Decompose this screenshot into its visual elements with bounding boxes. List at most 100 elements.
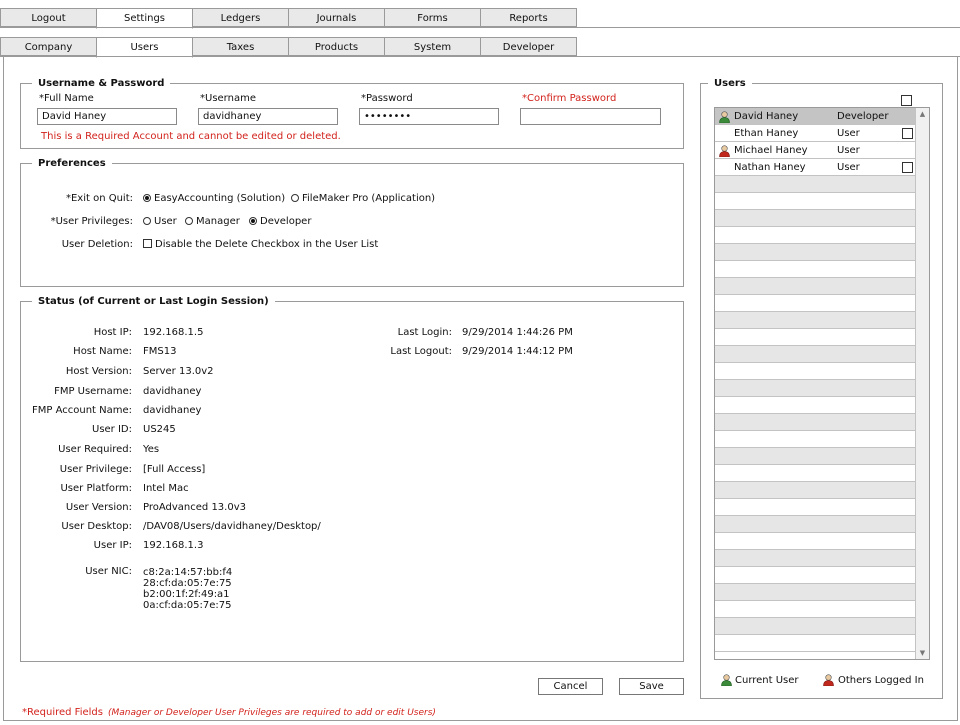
tab-settings[interactable]: Settings	[96, 8, 193, 29]
full-name-field[interactable]: David Haney	[37, 108, 177, 125]
status-label: User Required:	[58, 444, 132, 455]
last-login-label: Last Login:	[397, 327, 452, 338]
list-item[interactable]	[715, 448, 917, 465]
tab-logout[interactable]: Logout	[0, 8, 97, 27]
user-list: David Haney Developer Ethan Haney User M…	[714, 107, 930, 660]
password-field[interactable]: ••••••••	[359, 108, 499, 125]
list-item[interactable]	[715, 414, 917, 431]
delete-user-checkbox[interactable]	[902, 162, 913, 173]
confirm-password-field[interactable]	[520, 108, 661, 125]
privilege-developer-option[interactable]: Developer	[249, 216, 311, 227]
tab-reports[interactable]: Reports	[480, 8, 577, 27]
list-item[interactable]	[715, 346, 917, 363]
list-item[interactable]	[715, 499, 917, 516]
tab-company[interactable]: Company	[0, 37, 97, 56]
user-row[interactable]: Nathan Haney User	[715, 159, 917, 176]
username-field[interactable]: davidhaney	[198, 108, 338, 125]
list-item[interactable]	[715, 295, 917, 312]
privilege-manager-option[interactable]: Manager	[185, 216, 240, 227]
list-item[interactable]	[715, 227, 917, 244]
user-row[interactable]: David Haney Developer	[715, 108, 917, 125]
status-label: User Version:	[65, 502, 132, 513]
status-label: User Privilege:	[59, 464, 132, 475]
status-label: FMP Username:	[54, 386, 132, 397]
status-value: 192.168.1.5	[143, 327, 204, 338]
tab-forms[interactable]: Forms	[384, 8, 481, 27]
user-privilege: Developer	[837, 111, 889, 122]
sub-tabs: Company Users Taxes Products System Deve…	[0, 37, 577, 58]
list-item[interactable]	[715, 618, 917, 635]
tab-developer[interactable]: Developer	[480, 37, 577, 56]
status-value: /DAV08/Users/davidhaney/Desktop/	[143, 521, 321, 532]
list-item[interactable]	[715, 550, 917, 567]
status-label: User ID:	[92, 424, 132, 435]
user-name: Nathan Haney	[734, 162, 806, 173]
privilege-user-option[interactable]: User	[143, 216, 177, 227]
tab-products[interactable]: Products	[288, 37, 385, 56]
user-row[interactable]: Ethan Haney User	[715, 125, 917, 142]
radio-selected-icon	[249, 217, 257, 225]
save-button[interactable]: Save	[619, 678, 684, 695]
list-item[interactable]	[715, 635, 917, 652]
list-item[interactable]	[715, 601, 917, 618]
list-item[interactable]	[715, 244, 917, 261]
group-title: Preferences	[38, 158, 106, 169]
list-item[interactable]	[715, 431, 917, 448]
nic-address: b2:00:1f:2f:49:a1	[143, 589, 230, 600]
list-item[interactable]	[715, 533, 917, 550]
list-item[interactable]	[715, 380, 917, 397]
nic-address: c8:2a:14:57:bb:f4	[143, 567, 233, 578]
list-item[interactable]	[715, 397, 917, 414]
status-value: Server 13.0v2	[143, 366, 214, 377]
cancel-button[interactable]: Cancel	[538, 678, 603, 695]
list-item[interactable]	[715, 465, 917, 482]
exit-application-option[interactable]: FileMaker Pro (Application)	[291, 193, 435, 204]
full-name-label: *Full Name	[39, 93, 94, 104]
scroll-down-icon[interactable]: ▼	[916, 647, 929, 659]
user-privileges-label: *User Privileges:	[50, 216, 133, 227]
last-logout-value: 9/29/2014 1:44:12 PM	[462, 346, 573, 357]
tab-journals[interactable]: Journals	[288, 8, 385, 27]
user-row[interactable]: Michael Haney User	[715, 142, 917, 159]
list-item[interactable]	[715, 329, 917, 346]
tab-users[interactable]: Users	[96, 37, 193, 58]
tab-taxes[interactable]: Taxes	[192, 37, 289, 56]
select-all-checkbox[interactable]	[901, 95, 912, 106]
tab-system[interactable]: System	[384, 37, 481, 56]
group-title: Users	[714, 78, 746, 89]
nic-address: 0a:cf:da:05:7e:75	[143, 600, 232, 611]
status-label: User Desktop:	[61, 521, 132, 532]
status-label: User Platform:	[60, 483, 132, 494]
list-item[interactable]	[715, 516, 917, 533]
scroll-up-icon[interactable]: ▲	[916, 108, 929, 120]
status-value: FMS13	[143, 346, 177, 357]
group-title: Username & Password	[38, 78, 165, 89]
list-item[interactable]	[715, 261, 917, 278]
list-item[interactable]	[715, 482, 917, 499]
other-user-icon	[719, 145, 730, 157]
list-item[interactable]	[715, 567, 917, 584]
last-logout-label: Last Logout:	[390, 346, 452, 357]
user-list-scrollbar[interactable]: ▲ ▼	[915, 108, 929, 659]
current-user-icon	[719, 111, 730, 123]
tab-divider	[0, 27, 960, 28]
list-item[interactable]	[715, 176, 917, 193]
user-name: Ethan Haney	[734, 128, 799, 139]
list-item[interactable]	[715, 193, 917, 210]
delete-user-checkbox[interactable]	[902, 128, 913, 139]
list-item[interactable]	[715, 312, 917, 329]
radio-empty-icon	[291, 194, 299, 202]
list-item[interactable]	[715, 363, 917, 380]
user-privilege: User	[837, 145, 860, 156]
status-label: Host Name:	[73, 346, 132, 357]
current-user-legend-icon	[721, 674, 732, 686]
status-value: davidhaney	[143, 405, 202, 416]
list-item[interactable]	[715, 584, 917, 601]
others-logged-in-legend-icon	[823, 674, 834, 686]
list-item[interactable]	[715, 278, 917, 295]
disable-delete-checkbox[interactable]: Disable the Delete Checkbox in the User …	[143, 239, 378, 250]
tab-ledgers[interactable]: Ledgers	[192, 8, 289, 27]
status-label: Host IP:	[93, 327, 132, 338]
list-item[interactable]	[715, 210, 917, 227]
exit-solution-option[interactable]: EasyAccounting (Solution)	[143, 193, 285, 204]
